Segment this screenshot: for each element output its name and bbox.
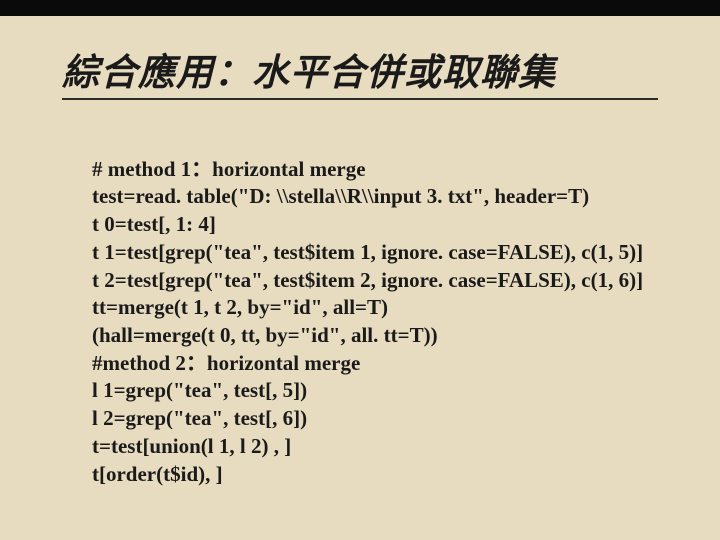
code-line: test=read. table("D: \\stella\\R\\input … bbox=[92, 184, 589, 208]
code-line: #method 2：horizontal merge bbox=[92, 351, 360, 375]
code-block: # method 1：horizontal merge test=read. t… bbox=[92, 128, 643, 488]
code-line: t 2=test[grep("tea", test$item 2, ignore… bbox=[92, 268, 643, 292]
code-line: # method 1：horizontal merge bbox=[92, 157, 366, 181]
code-line: (hall=merge(t 0, tt, by="id", all. tt=T)… bbox=[92, 323, 438, 347]
code-line: t 1=test[grep("tea", test$item 1, ignore… bbox=[92, 240, 643, 264]
title-underline bbox=[62, 98, 658, 100]
code-line: t 0=test[, 1: 4] bbox=[92, 212, 216, 236]
code-line: l 1=grep("tea", test[, 5]) bbox=[92, 378, 307, 402]
slide-title: 綜合應用：水平合併或取聯集 bbox=[62, 42, 556, 96]
code-line: l 2=grep("tea", test[, 6]) bbox=[92, 406, 307, 430]
code-line: t=test[union(l 1, l 2) , ] bbox=[92, 434, 291, 458]
top-black-strip bbox=[0, 0, 720, 16]
code-line: tt=merge(t 1, t 2, by="id", all=T) bbox=[92, 295, 388, 319]
code-line: t[order(t$id), ] bbox=[92, 462, 223, 486]
